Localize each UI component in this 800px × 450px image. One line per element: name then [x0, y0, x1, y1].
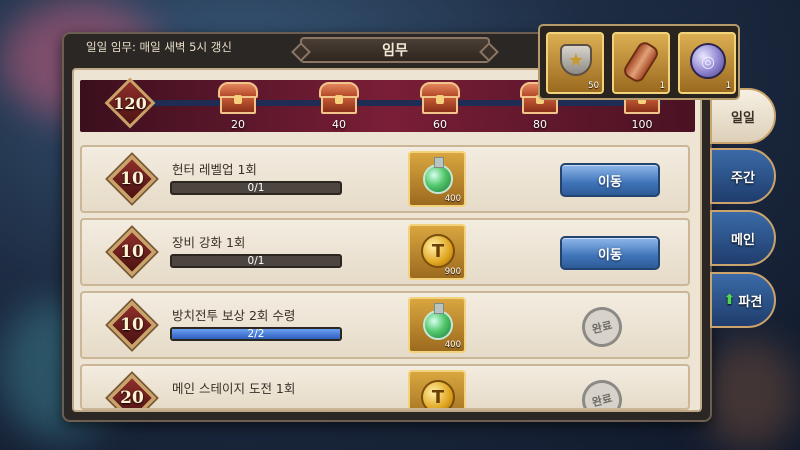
level-value: 120 — [113, 93, 147, 113]
preview-item[interactable]: ◎ 1 — [678, 32, 736, 94]
emblem-icon: ★ — [560, 44, 592, 76]
mission-reward[interactable]: T 900 — [408, 224, 466, 280]
tab-main[interactable]: 메인 — [710, 210, 776, 266]
tab-label: 파견 — [738, 294, 763, 310]
mission-reward[interactable]: 400 — [408, 297, 466, 353]
completed-stamp: 완료 — [577, 302, 627, 352]
milestone-label: 80 — [533, 118, 547, 131]
milestone-label: 20 — [231, 118, 245, 131]
page-title: 임무 — [300, 37, 490, 63]
milestone-label: 100 — [631, 118, 653, 131]
arrow-up-icon: ⬆ — [723, 292, 736, 308]
move-button[interactable]: 이동 — [560, 163, 660, 197]
tab-dispatch[interactable]: ⬆ 파견 — [710, 272, 776, 328]
preview-item[interactable]: ★ 50 — [546, 32, 604, 94]
potion-icon — [423, 303, 453, 340]
milestone-label: 40 — [332, 118, 346, 131]
preview-count: 1 — [725, 81, 731, 91]
disc-icon: ◎ — [690, 43, 726, 79]
mission-name: 장비 강화 1회 — [172, 235, 246, 250]
coin-icon: T — [421, 380, 455, 408]
tab-weekly[interactable]: 주간 — [710, 148, 776, 204]
tab-label: 메인 — [731, 232, 755, 248]
reward-count: 400 — [444, 194, 461, 204]
mission-row: 10 방치전투 보상 2회 수령 2/2 400 완료 — [80, 291, 690, 359]
mission-name: 헌터 레벨업 1회 — [172, 162, 257, 177]
mission-progress-text: 0/1 — [247, 182, 265, 194]
mission-row: 10 장비 강화 1회 0/1 T 900 이동 — [80, 218, 690, 286]
mission-points-badge: 20 — [107, 373, 157, 408]
tab-label: 주간 — [731, 170, 755, 186]
scroll-icon — [621, 39, 661, 85]
mission-points-badge: 10 — [107, 300, 157, 350]
mission-progress-text: 2/2 — [247, 328, 265, 340]
mission-progress-bar: 0/1 — [170, 181, 342, 195]
mission-reward[interactable]: T — [408, 370, 466, 408]
chest-icon[interactable] — [317, 82, 361, 116]
preview-count: 50 — [588, 81, 599, 91]
mission-points: 10 — [120, 315, 144, 335]
background-blob — [700, 340, 800, 450]
milestone-label: 60 — [433, 118, 447, 131]
reward-count: 400 — [444, 340, 461, 350]
tab-label: 일일 — [731, 110, 755, 126]
reward-count: 900 — [444, 267, 461, 277]
mission-name: 방치전투 보상 2회 수령 — [172, 308, 296, 323]
mission-progress-text: 0/1 — [247, 255, 265, 267]
mission-points-badge: 10 — [107, 154, 157, 204]
mission-points: 10 — [120, 242, 144, 262]
mission-reward[interactable]: 400 — [408, 151, 466, 207]
mission-row: 10 헌터 레벨업 1회 0/1 400 이동 — [80, 145, 690, 213]
level-badge: 120 — [102, 77, 158, 129]
chest-icon[interactable] — [418, 82, 462, 116]
preview-count: 1 — [659, 81, 665, 91]
mission-points: 20 — [120, 388, 144, 408]
potion-icon — [423, 157, 453, 194]
mission-points: 10 — [120, 169, 144, 189]
mission-progress-bar: 2/2 — [170, 327, 342, 341]
mission-points-badge: 10 — [107, 227, 157, 277]
move-button[interactable]: 이동 — [560, 236, 660, 270]
refresh-notice: 일일 임무: 매일 새벽 5시 갱신 — [86, 40, 232, 54]
reward-preview: ★ 50 1 ◎ 1 — [538, 24, 740, 100]
coin-icon: T — [421, 234, 455, 268]
completed-stamp: 완료 — [577, 375, 627, 408]
mission-name: 메인 스테이지 도전 1회 — [172, 381, 296, 396]
mission-progress-bar: 0/1 — [170, 254, 342, 268]
chest-icon[interactable] — [216, 82, 260, 116]
mission-row: 20 메인 스테이지 도전 1회 T 완료 — [80, 364, 690, 410]
preview-item[interactable]: 1 — [612, 32, 670, 94]
